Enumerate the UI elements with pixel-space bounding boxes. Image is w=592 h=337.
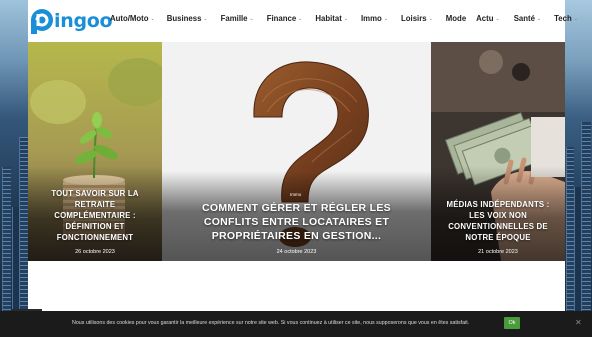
nav-item-label: Finance bbox=[266, 14, 297, 23]
chevron-down-icon: ⌄ bbox=[428, 15, 433, 22]
cookie-ok-button[interactable]: Ok bbox=[504, 317, 520, 329]
chevron-down-icon: ⌄ bbox=[536, 15, 542, 22]
nav-item-business[interactable]: Business ⌄ bbox=[167, 14, 208, 23]
chevron-down-icon: ⌄ bbox=[203, 15, 208, 22]
nav-item-label: Auto/Moto bbox=[110, 14, 149, 23]
nav-item-famille[interactable]: Famille ⌄ bbox=[221, 14, 254, 23]
nav-item-sant-[interactable]: Santé ⌄ bbox=[514, 14, 541, 23]
site-logo[interactable]: ingoo bbox=[28, 6, 113, 36]
nav-item-auto-moto[interactable]: Auto/Moto ⌄ bbox=[110, 14, 155, 23]
page-container: ingoo Auto/Moto ⌄ Business ⌄ Famille ⌄ Finance… bbox=[28, 0, 578, 337]
background-city-left bbox=[0, 0, 28, 337]
chevron-down-icon: ⌄ bbox=[495, 15, 500, 22]
slide-category[interactable]: Immo bbox=[290, 192, 301, 197]
nav-item-label: Habitat bbox=[315, 14, 342, 23]
nav-item-label: Immo bbox=[361, 14, 382, 23]
slide-1[interactable]: Tout savoir sur la retraite complémentai… bbox=[28, 42, 162, 261]
nav-item-tech[interactable]: Tech ⌄ bbox=[554, 14, 578, 23]
nav-item-label: Famille bbox=[220, 14, 248, 23]
main-nav: Auto/Moto ⌄ Business ⌄ Famille ⌄ Finance ⌄ Habit… bbox=[110, 14, 578, 23]
logo-text: ingoo bbox=[54, 10, 113, 32]
nav-item-loisirs[interactable]: Loisirs ⌄ bbox=[401, 14, 433, 23]
nav-item-label: Loisirs bbox=[401, 14, 427, 23]
slide-title[interactable]: Tout savoir sur la retraite complémentai… bbox=[28, 188, 162, 243]
nav-item-mode[interactable]: Mode bbox=[446, 14, 466, 23]
logo-p-icon bbox=[28, 7, 56, 35]
featured-slider: Tout savoir sur la retraite complémentai… bbox=[28, 42, 565, 261]
background-city-right bbox=[565, 0, 592, 337]
nav-item-label: Business bbox=[166, 14, 202, 23]
chevron-down-icon: ⌄ bbox=[298, 15, 303, 22]
cookie-banner: Nous utilisons des cookies pour vous gar… bbox=[0, 311, 592, 337]
nav-item-label: Santé bbox=[513, 14, 535, 23]
slide-2[interactable]: Immo Comment gérer et régler les conflit… bbox=[162, 42, 431, 261]
slide-title[interactable]: Médias indépendants : les voix non conve… bbox=[431, 199, 565, 243]
nav-item-label: Mode bbox=[445, 14, 467, 23]
nav-item-immo[interactable]: Immo ⌄ bbox=[361, 14, 388, 23]
chevron-down-icon: ⌄ bbox=[343, 15, 349, 22]
chevron-down-icon: ⌄ bbox=[573, 15, 578, 22]
nav-item-label: Actu bbox=[476, 14, 494, 23]
slide-3[interactable]: Médias indépendants : les voix non conve… bbox=[431, 42, 565, 261]
chevron-down-icon: ⌄ bbox=[383, 15, 389, 22]
slide-title[interactable]: Comment gérer et régler les conflits ent… bbox=[162, 201, 431, 243]
slide-date: 24 octobre 2023 bbox=[276, 249, 317, 255]
chevron-down-icon: ⌄ bbox=[150, 15, 155, 22]
nav-item-label: Tech bbox=[554, 14, 572, 23]
nav-item-actu[interactable]: Actu ⌄ bbox=[476, 14, 500, 23]
chevron-down-icon: ⌄ bbox=[249, 15, 254, 22]
cookie-text: Nous utilisons des cookies pour vous gar… bbox=[72, 320, 470, 326]
nav-item-habitat[interactable]: Habitat ⌄ bbox=[315, 14, 348, 23]
nav-item-finance[interactable]: Finance ⌄ bbox=[267, 14, 303, 23]
site-header: ingoo Auto/Moto ⌄ Business ⌄ Famille ⌄ Finance… bbox=[28, 0, 578, 42]
slide-date: 26 octobre 2023 bbox=[75, 249, 115, 255]
close-icon[interactable]: ✕ bbox=[575, 318, 582, 327]
slide-date: 21 octobre 2023 bbox=[478, 249, 518, 255]
